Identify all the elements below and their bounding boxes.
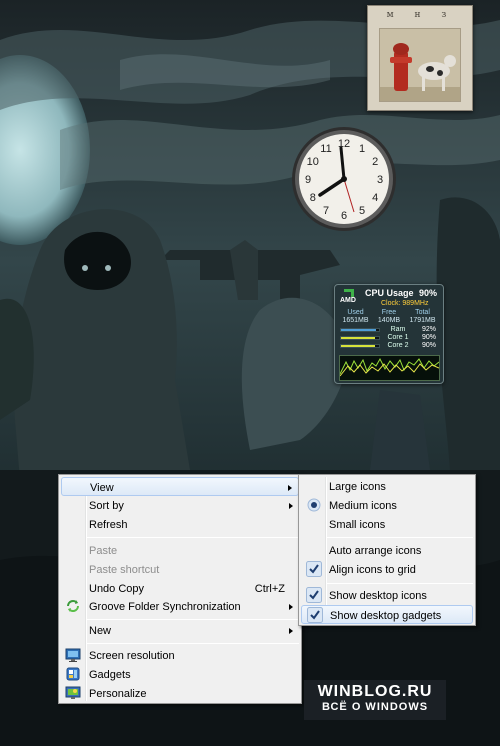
screen-resolution-icon bbox=[65, 647, 81, 663]
menu-separator bbox=[87, 643, 299, 644]
core1-bar-fill bbox=[341, 336, 376, 339]
amd-logo: AMD bbox=[340, 289, 360, 304]
gadgets-icon bbox=[65, 666, 81, 682]
clock-number: 8 bbox=[310, 192, 316, 204]
menu-separator bbox=[327, 583, 473, 584]
view-submenu: Large icons Medium icons Small icons Aut… bbox=[298, 474, 476, 626]
cpu-history-graph bbox=[339, 355, 440, 381]
submenu-item-small-icons[interactable]: Small icons bbox=[301, 515, 473, 534]
submenu-item-medium-icons[interactable]: Medium icons bbox=[301, 496, 473, 515]
menu-item-new[interactable]: New bbox=[61, 621, 299, 640]
menu-item-sort-by[interactable]: Sort by bbox=[61, 496, 299, 515]
mem-header-free: Free bbox=[381, 309, 397, 316]
groove-sync-icon bbox=[65, 598, 81, 614]
submenu-arrow-icon bbox=[289, 628, 293, 634]
radio-dot-icon bbox=[306, 497, 322, 513]
menu-item-paste-shortcut[interactable]: Paste shortcut bbox=[61, 560, 299, 579]
submenu-item-auto-arrange[interactable]: Auto arrange icons bbox=[301, 541, 473, 560]
desktop-context-menu: View Sort by Refresh Paste Paste shortcu… bbox=[58, 474, 302, 704]
watermark-line1: WINBLOG.RU bbox=[317, 683, 433, 700]
checkmark-icon bbox=[307, 607, 323, 623]
menu-item-undo-copy[interactable]: Undo Copy Ctrl+Z bbox=[61, 579, 299, 598]
clock-number: 3 bbox=[377, 174, 383, 186]
checkmark-icon bbox=[306, 561, 322, 577]
submenu-item-show-desktop-gadgets[interactable]: Show desktop gadgets bbox=[301, 605, 473, 624]
clock-number: 4 bbox=[372, 192, 378, 204]
winblog-watermark: WINBLOG.RU ВСЁ О WINDOWS bbox=[304, 680, 446, 720]
clock-gadget[interactable]: 12 1 2 3 4 5 6 7 8 9 10 11 bbox=[290, 125, 398, 233]
personalize-icon bbox=[65, 685, 81, 701]
clock-number: 9 bbox=[305, 174, 311, 186]
core2-bar-fill bbox=[341, 344, 376, 347]
memory-headers: Used Free Total bbox=[339, 309, 439, 316]
mem-total-value: 1791MB bbox=[409, 317, 436, 324]
menu-separator bbox=[87, 619, 299, 620]
mem-used-value: 1651MB bbox=[342, 317, 369, 324]
checkmark-icon bbox=[306, 587, 322, 603]
menu-item-personalize[interactable]: Personalize bbox=[61, 684, 299, 703]
mem-header-total: Total bbox=[415, 309, 430, 316]
menu-item-refresh[interactable]: Refresh bbox=[61, 515, 299, 534]
menu-item-groove-sync[interactable]: Groove Folder Synchronization bbox=[61, 597, 299, 616]
core2-bar-row: Core 2 90% bbox=[340, 342, 440, 349]
watermark-line2: ВСЁ О WINDOWS bbox=[321, 701, 429, 713]
submenu-arrow-icon bbox=[289, 604, 293, 610]
mem-header-used: Used bbox=[347, 309, 364, 316]
submenu-arrow-icon bbox=[288, 485, 292, 491]
core1-bar-row: Core 1 90% bbox=[340, 334, 440, 341]
cpu-clock-speed: Clock: 989MHz bbox=[381, 300, 429, 307]
memory-values: 1651MB 140MB 1791MB bbox=[339, 317, 439, 324]
menu-item-gadgets[interactable]: Gadgets bbox=[61, 665, 299, 684]
submenu-arrow-icon bbox=[289, 503, 293, 509]
cpu-usage-value: 90% bbox=[418, 288, 437, 298]
menu-item-screen-resolution[interactable]: Screen resolution bbox=[61, 646, 299, 665]
cpu-title: CPU Usage bbox=[365, 288, 414, 298]
slideshow-photo bbox=[379, 28, 461, 102]
clock-number: 2 bbox=[372, 156, 378, 168]
menu-separator bbox=[87, 537, 299, 538]
ram-bar-row: Ram 92% bbox=[340, 326, 440, 333]
clock-number: 5 bbox=[359, 205, 365, 217]
clock-number: 10 bbox=[307, 156, 319, 168]
menu-separator bbox=[327, 537, 473, 538]
ram-bar-fill bbox=[341, 328, 376, 331]
photo-caption: м н з bbox=[386, 10, 456, 20]
photo-slideshow-gadget[interactable]: м н з bbox=[367, 5, 473, 111]
submenu-item-show-desktop-icons[interactable]: Show desktop icons bbox=[301, 586, 473, 605]
clock-face: 12 1234567891011 bbox=[292, 127, 396, 231]
clock-number: 1 bbox=[359, 143, 365, 155]
submenu-item-align-to-grid[interactable]: Align icons to grid bbox=[301, 560, 473, 579]
submenu-item-large-icons[interactable]: Large icons bbox=[301, 477, 473, 496]
menu-item-view[interactable]: View bbox=[61, 477, 299, 496]
clock-number: 7 bbox=[323, 205, 329, 217]
clock-number: 6 bbox=[341, 210, 347, 222]
menu-item-paste[interactable]: Paste bbox=[61, 541, 299, 560]
mem-free-value: 140MB bbox=[377, 317, 401, 324]
undo-shortcut: Ctrl+Z bbox=[254, 583, 285, 595]
cpu-meter-gadget[interactable]: AMD CPU Usage 90% Clock: 989MHz Used Fre… bbox=[334, 284, 444, 384]
clock-number: 11 bbox=[320, 143, 331, 155]
